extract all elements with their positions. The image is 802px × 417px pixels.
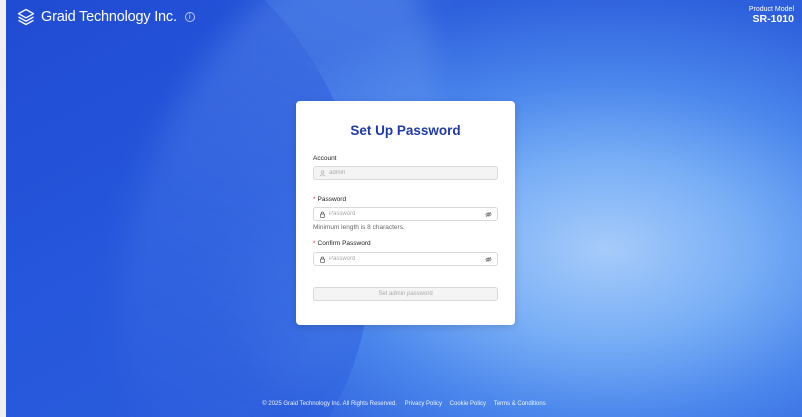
set-admin-password-button[interactable]: Set admin password (313, 287, 498, 301)
password-input[interactable] (326, 208, 485, 220)
confirm-password-label-text: Confirm Password (317, 240, 371, 247)
password-field[interactable] (313, 207, 498, 221)
brand-name: Graid Technology Inc. (41, 9, 177, 25)
cookie-policy-link[interactable]: Cookie Policy (450, 401, 486, 407)
account-field (313, 166, 498, 180)
lock-icon (319, 211, 326, 218)
password-label-text: Password (317, 196, 347, 203)
required-mark: * (313, 240, 316, 247)
account-label: Account (313, 155, 337, 162)
product-model: Product Model SR-1010 (749, 6, 794, 25)
required-mark: * (313, 196, 316, 203)
footer: © 2025 Graid Technology Inc. All Rights … (6, 401, 802, 407)
terms-link[interactable]: Terms & Conditions (494, 401, 546, 407)
lock-icon (319, 256, 326, 263)
layers-logo-icon (17, 8, 35, 26)
password-label: * Password (313, 196, 346, 203)
copyright: © 2025 Graid Technology Inc. All Rights … (262, 401, 397, 407)
page-title: Set Up Password (350, 123, 461, 138)
eye-off-icon[interactable] (485, 211, 492, 218)
confirm-password-input[interactable] (326, 253, 485, 265)
password-hint: Minimum length is 8 characters. (313, 224, 405, 231)
confirm-password-label: * Confirm Password (313, 240, 371, 247)
privacy-policy-link[interactable]: Privacy Policy (405, 401, 442, 407)
info-icon[interactable]: i (184, 12, 195, 22)
product-model-value: SR-1010 (752, 13, 794, 25)
user-icon (319, 170, 326, 177)
confirm-password-field[interactable] (313, 252, 498, 266)
account-input (326, 167, 492, 179)
brand-logo[interactable]: Graid Technology Inc. i (16, 7, 195, 27)
setup-password-card: Set Up Password Account *Password Minimu… (296, 101, 515, 325)
eye-off-icon[interactable] (485, 256, 492, 263)
product-model-label: Product Model (748, 6, 794, 13)
